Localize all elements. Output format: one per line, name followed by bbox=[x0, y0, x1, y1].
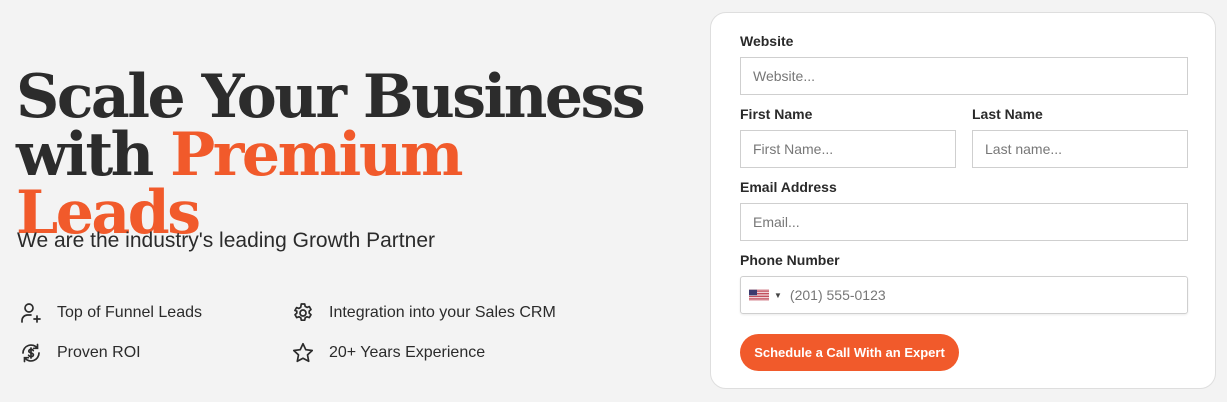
feature-item: Proven ROI bbox=[18, 340, 290, 366]
feature-item: Top of Funnel Leads bbox=[18, 300, 290, 326]
feature-list: Top of Funnel Leads Integration into you… bbox=[18, 300, 618, 366]
hero-section: Scale Your Business with Premium Leads bbox=[16, 62, 656, 243]
feature-item: 20+ Years Experience bbox=[290, 340, 590, 366]
website-label: Website bbox=[740, 33, 794, 49]
feature-item: Integration into your Sales CRM bbox=[290, 300, 590, 326]
last-name-label: Last Name bbox=[972, 106, 1043, 122]
schedule-call-button[interactable]: Schedule a Call With an Expert bbox=[740, 334, 959, 371]
star-icon bbox=[290, 340, 316, 366]
email-input[interactable] bbox=[740, 203, 1188, 241]
feature-label: Integration into your Sales CRM bbox=[329, 304, 556, 321]
user-add-icon bbox=[18, 300, 44, 326]
hero-subheading: We are the industry's leading Growth Par… bbox=[17, 229, 435, 252]
website-input[interactable] bbox=[740, 57, 1188, 95]
phone-label: Phone Number bbox=[740, 252, 840, 268]
last-name-input[interactable] bbox=[972, 130, 1188, 168]
us-flag-icon bbox=[749, 289, 769, 301]
feature-label: 20+ Years Experience bbox=[329, 344, 486, 361]
feature-label: Top of Funnel Leads bbox=[57, 304, 202, 321]
chevron-down-icon: ▼ bbox=[774, 290, 782, 300]
dollar-cycle-icon bbox=[18, 340, 44, 366]
feature-label: Proven ROI bbox=[57, 344, 141, 361]
first-name-label: First Name bbox=[740, 106, 813, 122]
phone-input[interactable] bbox=[789, 278, 1187, 312]
headline-line-2: with Premium Leads bbox=[16, 125, 656, 243]
phone-field: ▼ bbox=[740, 276, 1188, 314]
page-headline: Scale Your Business with Premium Leads bbox=[16, 62, 656, 243]
gear-icon bbox=[290, 300, 316, 326]
country-select[interactable]: ▼ bbox=[749, 289, 782, 301]
lead-form-card: Website First Name Last Name Email Addre… bbox=[710, 12, 1216, 389]
first-name-input[interactable] bbox=[740, 130, 956, 168]
headline-line-1: Scale Your Business bbox=[16, 62, 646, 132]
email-label: Email Address bbox=[740, 179, 837, 195]
